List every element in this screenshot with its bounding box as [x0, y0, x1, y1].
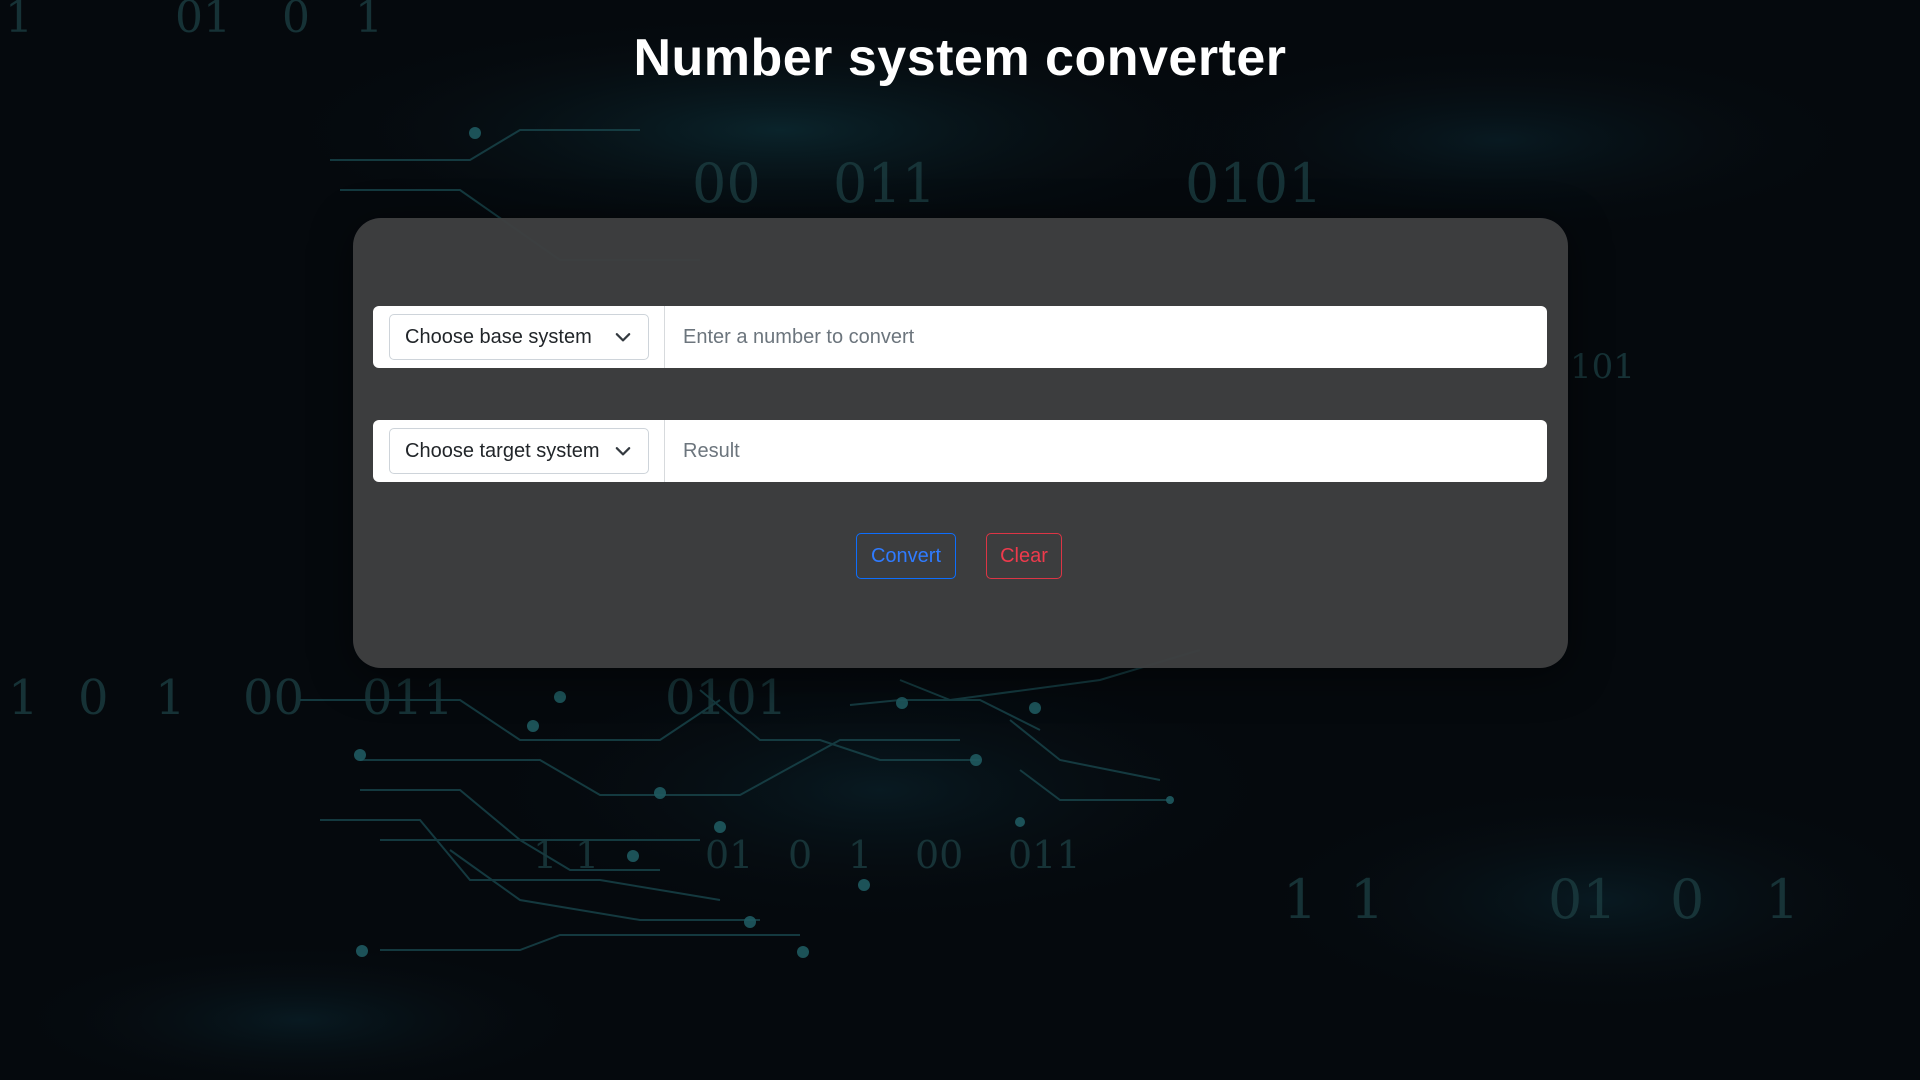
bg-binary-text: 00	[243, 670, 304, 726]
base-system-select[interactable]: Choose base system	[389, 314, 649, 360]
bg-binary-text: 01	[705, 833, 753, 877]
base-input-group: Choose base system	[373, 306, 1547, 368]
convert-button[interactable]: Convert	[856, 533, 956, 579]
bg-binary-text: 011	[833, 152, 936, 215]
number-input[interactable]	[681, 316, 1547, 358]
target-system-select-label: Choose target system	[405, 439, 600, 462]
bg-binary-text: 1	[155, 670, 186, 726]
bg-binary-text: 00	[915, 833, 963, 877]
bg-binary-text: 1	[1765, 868, 1799, 931]
bg-binary-text: 0	[1670, 868, 1704, 931]
bg-binary-text: 011	[362, 670, 454, 726]
bg-binary-text: 101	[1570, 347, 1635, 387]
bg-binary-text: 011	[1008, 833, 1081, 877]
chevron-down-icon	[615, 333, 631, 342]
chevron-down-icon	[615, 447, 631, 456]
bg-binary-text: 0	[788, 833, 812, 877]
clear-button[interactable]: Clear	[986, 533, 1062, 579]
bg-binary-text: 0	[78, 670, 109, 726]
bg-binary-text: 0101	[665, 670, 787, 726]
target-system-select[interactable]: Choose target system	[389, 428, 649, 474]
bg-binary-text: 1	[8, 670, 39, 726]
bg-binary-text: 00	[692, 152, 761, 215]
target-input-group: Choose target system	[373, 420, 1547, 482]
result-field[interactable]	[681, 430, 1547, 472]
bg-binary-text: 0101	[1185, 152, 1322, 215]
converter-card: Choose base system Choose target system …	[353, 218, 1568, 668]
bg-binary-text: 01	[1548, 868, 1617, 931]
base-select-wrapper: Choose base system	[373, 306, 665, 368]
page-title: Number system converter	[633, 29, 1287, 87]
number-input-wrapper	[665, 306, 1547, 368]
base-system-select-label: Choose base system	[405, 325, 592, 348]
bg-binary-text: 1	[533, 833, 557, 877]
bg-binary-text: 1	[848, 833, 872, 877]
bg-binary-text: 1	[1283, 868, 1317, 931]
bg-binary-text: 1	[575, 833, 599, 877]
target-select-wrapper: Choose target system	[373, 420, 665, 482]
bg-binary-text: 1	[1350, 868, 1384, 931]
result-field-wrapper	[665, 420, 1547, 482]
